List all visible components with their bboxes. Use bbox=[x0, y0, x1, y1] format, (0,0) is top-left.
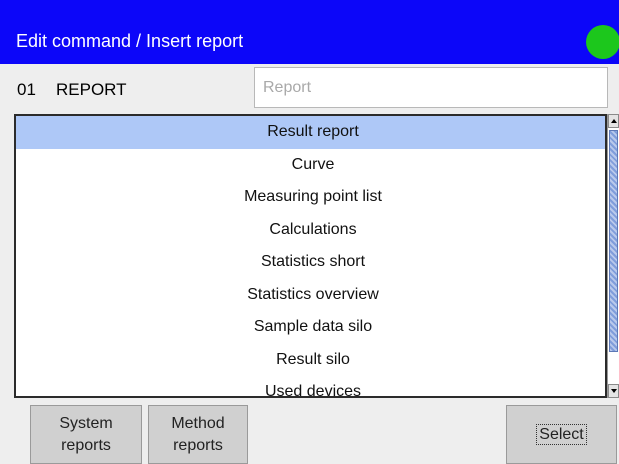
list-item[interactable]: Calculations bbox=[16, 214, 605, 247]
list-item[interactable]: Measuring point list bbox=[16, 181, 605, 214]
system-reports-label-line1: System bbox=[59, 415, 113, 432]
list-item[interactable]: Statistics short bbox=[16, 246, 605, 279]
window-title: Edit command / Insert report bbox=[16, 31, 244, 51]
list-item[interactable]: Result report bbox=[16, 116, 605, 149]
select-button[interactable]: Select bbox=[506, 405, 617, 464]
scroll-up-arrow-icon[interactable] bbox=[608, 114, 619, 128]
select-button-label: Select bbox=[536, 424, 587, 445]
system-reports-label-line2: reports bbox=[61, 437, 111, 454]
command-name: REPORT bbox=[56, 80, 127, 99]
command-row: 01 REPORT Report bbox=[0, 64, 619, 114]
scroll-down-arrow-icon[interactable] bbox=[608, 384, 619, 398]
report-list: Result report Curve Measuring point list Ca… bbox=[16, 116, 605, 396]
list-item[interactable]: Curve bbox=[16, 149, 605, 182]
list-scrollbar[interactable] bbox=[607, 114, 619, 398]
report-name-field[interactable]: Report bbox=[254, 67, 608, 108]
method-reports-label-line2: reports bbox=[173, 437, 223, 454]
report-listbox: Result report Curve Measuring point list Ca… bbox=[14, 114, 607, 398]
method-reports-label-line1: Method bbox=[171, 415, 225, 432]
title-bar: Edit command / Insert report bbox=[0, 0, 619, 64]
list-item[interactable]: Used devices bbox=[16, 376, 605, 396]
list-item[interactable]: Result silo bbox=[16, 344, 605, 377]
command-number: 01 bbox=[17, 80, 36, 99]
status-indicator-icon bbox=[586, 25, 619, 59]
scrollbar-thumb[interactable] bbox=[609, 130, 618, 352]
list-item[interactable]: Sample data silo bbox=[16, 311, 605, 344]
system-reports-button[interactable]: System reports bbox=[30, 405, 142, 464]
method-reports-button[interactable]: Method reports bbox=[148, 405, 248, 464]
list-item[interactable]: Statistics overview bbox=[16, 279, 605, 312]
